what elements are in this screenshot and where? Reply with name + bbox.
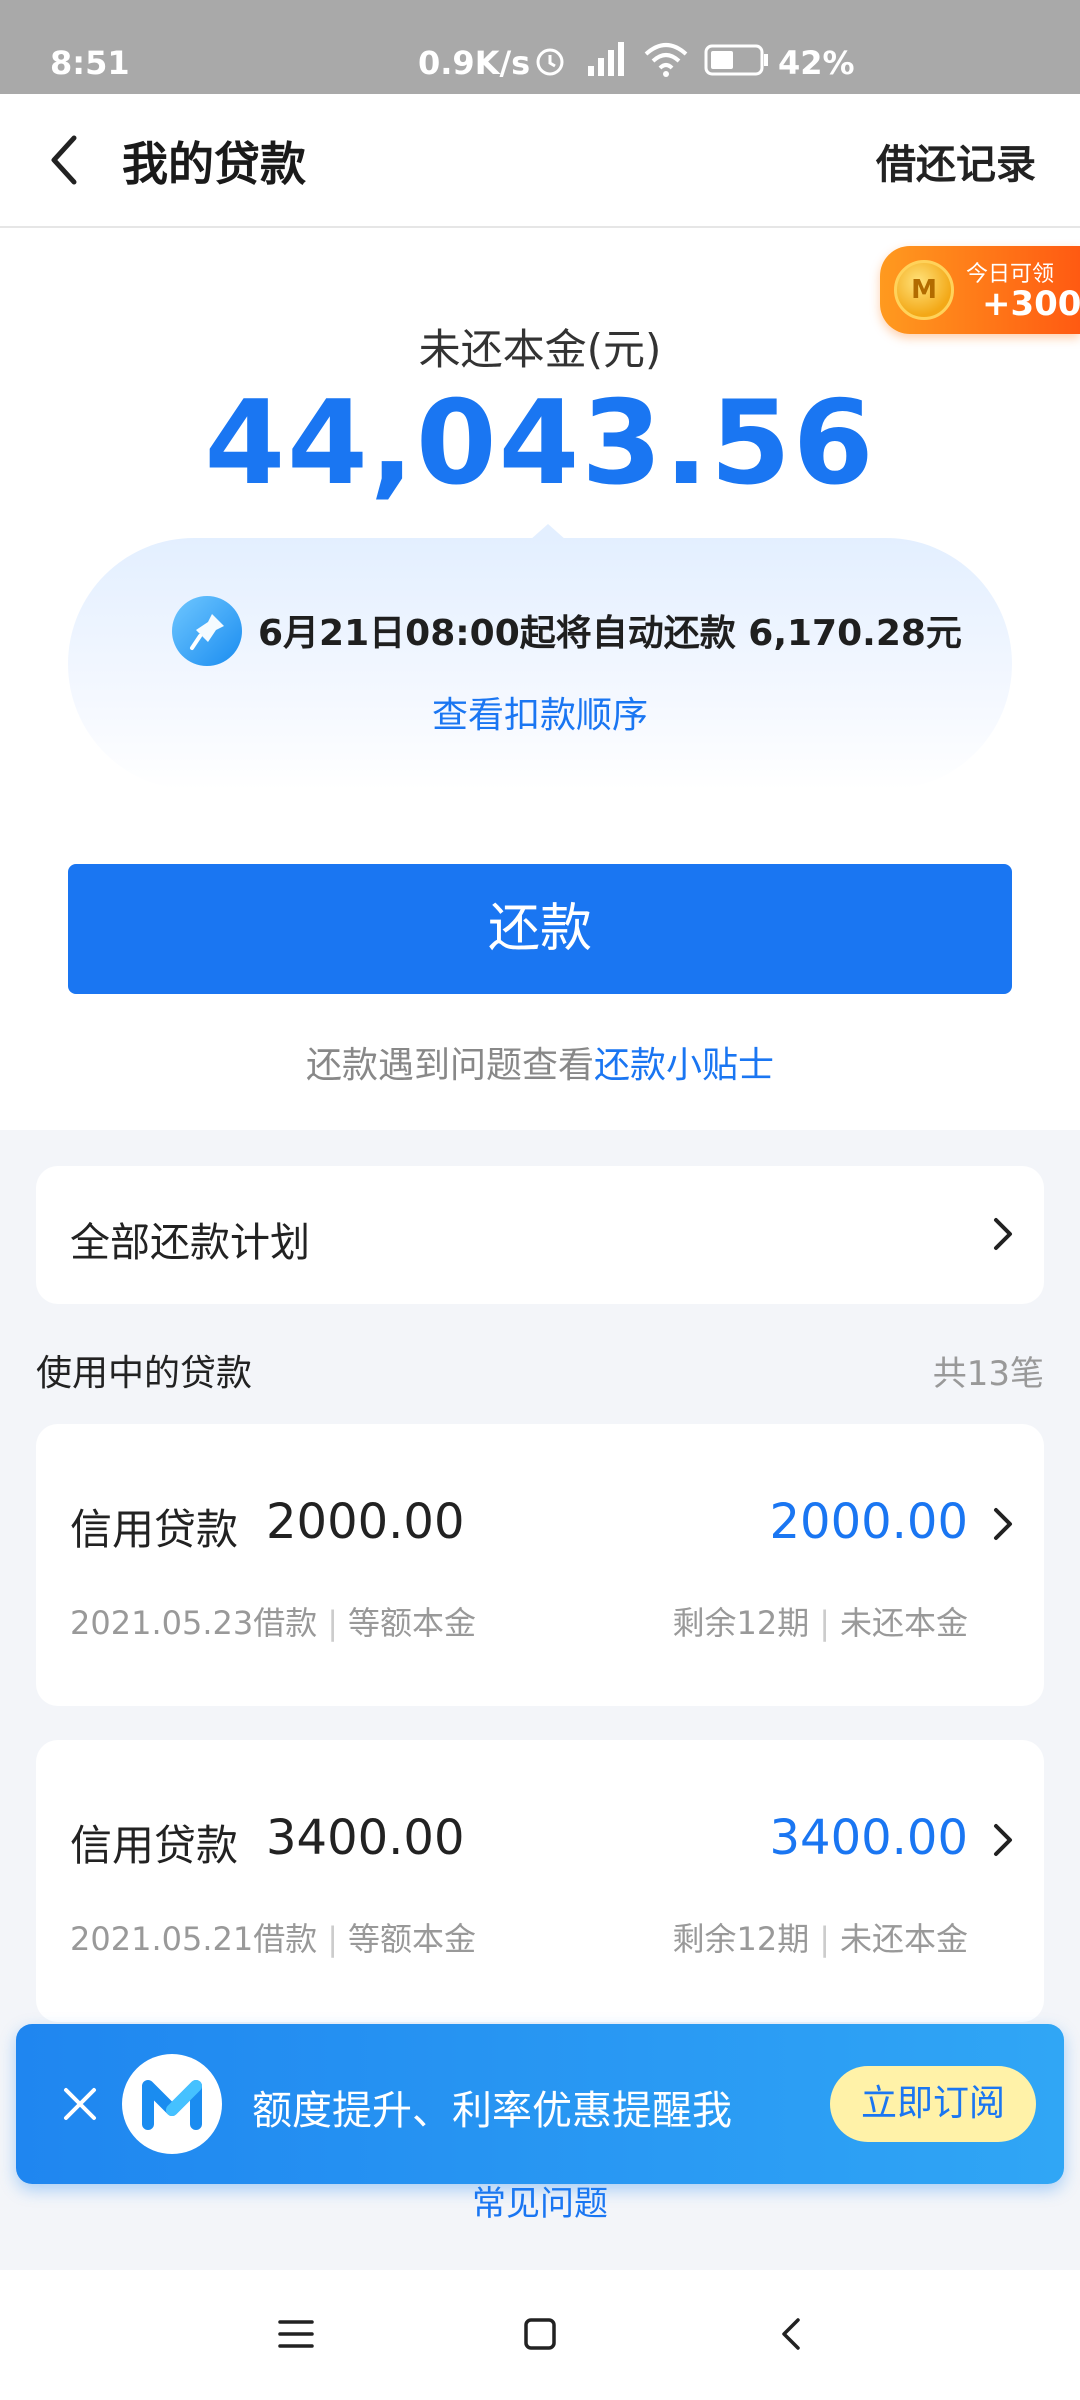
repay-tips-line: 还款遇到问题查看还款小贴士 xyxy=(0,1036,1080,1088)
status-bar: 8:51 0.9K/s 42% xyxy=(0,0,1080,94)
chevron-right-icon xyxy=(994,1824,1012,1856)
loan-method: 等额本金 xyxy=(348,1604,477,1642)
loan-periods: 剩余12期 xyxy=(672,1920,810,1958)
back-icon[interactable] xyxy=(770,2312,814,2356)
loan-date: 2021.05.23借款 xyxy=(70,1604,318,1642)
app-logo-icon xyxy=(122,2054,222,2154)
loan-date: 2021.05.21借款 xyxy=(70,1920,318,1958)
loan-remaining-amount: 2000.00 xyxy=(769,1494,969,1550)
loan-type: 信用贷款 xyxy=(70,1505,239,1554)
plan-label: 全部还款计划 xyxy=(70,1220,310,1266)
alarm-icon xyxy=(536,48,564,76)
tips-prefix: 还款遇到问题查看 xyxy=(305,1045,594,1086)
deduction-order-link[interactable]: 查看扣款顺序 xyxy=(68,686,1012,738)
loan-remaining-label: 未还本金 xyxy=(839,1920,968,1958)
repay-tips-link[interactable]: 还款小贴士 xyxy=(594,1045,774,1086)
principal-label: 未还本金(元) xyxy=(418,325,662,374)
auto-repay-text: 6月21日08:00起将自动还款 6,170.28元 xyxy=(258,613,962,654)
loan-records-link[interactable]: 借还记录 xyxy=(876,132,1036,190)
subscribe-button[interactable]: 立即订阅 xyxy=(830,2066,1036,2142)
signal-icon xyxy=(588,42,624,76)
loan-summary-panel: M 今日可领 +300 未还本金(元) 44,043.56 6月21日08:00… xyxy=(0,228,1080,1130)
loan-remaining-label: 未还本金 xyxy=(839,1604,968,1642)
active-loans-title: 使用中的贷款 xyxy=(36,1353,253,1394)
system-nav-bar xyxy=(0,2270,1080,2400)
loan-amount: 2000.00 xyxy=(266,1494,465,1550)
loan-amount: 3400.00 xyxy=(266,1810,465,1866)
loan-card[interactable]: 信用贷款 3400.00 3400.00 2021.05.21借款 | 等额本金 剩… xyxy=(36,1740,1044,2022)
subscribe-banner: 额度提升、利率优惠提醒我 立即订阅 xyxy=(16,2024,1064,2184)
net-speed: 0.9K/s xyxy=(418,44,531,82)
page-title: 我的贷款 xyxy=(122,137,306,191)
loan-method: 等额本金 xyxy=(348,1920,477,1958)
loan-date-method: 2021.05.23借款 | 等额本金 xyxy=(70,1604,477,1642)
loan-remaining-amount: 3400.00 xyxy=(769,1810,969,1866)
battery-icon xyxy=(704,44,768,76)
battery-percent: 42% xyxy=(778,44,855,82)
loan-periods-info: 剩余12期 | 未还本金 xyxy=(672,1604,968,1642)
status-time: 8:51 xyxy=(50,44,130,82)
back-arrow-icon[interactable] xyxy=(36,130,96,190)
subscribe-text: 额度提升、利率优惠提醒我 xyxy=(252,2088,732,2134)
principal-amount: 44,043.56 xyxy=(204,376,876,511)
loan-type: 信用贷款 xyxy=(70,1821,239,1870)
loan-date-method: 2021.05.21借款 | 等额本金 xyxy=(70,1920,477,1958)
close-icon[interactable] xyxy=(56,2080,104,2128)
loan-periods: 剩余12期 xyxy=(672,1604,810,1642)
auto-repay-notice: 6月21日08:00起将自动还款 6,170.28元 查看扣款顺序 xyxy=(68,524,1012,790)
repay-button[interactable]: 还款 xyxy=(68,864,1012,994)
active-loans-count: 共13笔 xyxy=(932,1354,1044,1394)
menu-icon[interactable] xyxy=(274,2312,318,2356)
chevron-right-icon xyxy=(994,1508,1012,1540)
all-repayment-plan-card[interactable]: 全部还款计划 xyxy=(36,1166,1044,1304)
loan-periods-info: 剩余12期 | 未还本金 xyxy=(672,1920,968,1958)
coin-icon: M xyxy=(894,260,954,320)
top-nav-bar: 我的贷款 借还记录 xyxy=(0,94,1080,228)
home-icon[interactable] xyxy=(518,2312,562,2356)
loan-card[interactable]: 信用贷款 2000.00 2000.00 2021.05.23借款 | 等额本金 剩… xyxy=(36,1424,1044,1706)
pin-icon xyxy=(172,596,242,666)
chevron-right-icon xyxy=(994,1218,1012,1250)
wifi-icon xyxy=(644,43,688,77)
